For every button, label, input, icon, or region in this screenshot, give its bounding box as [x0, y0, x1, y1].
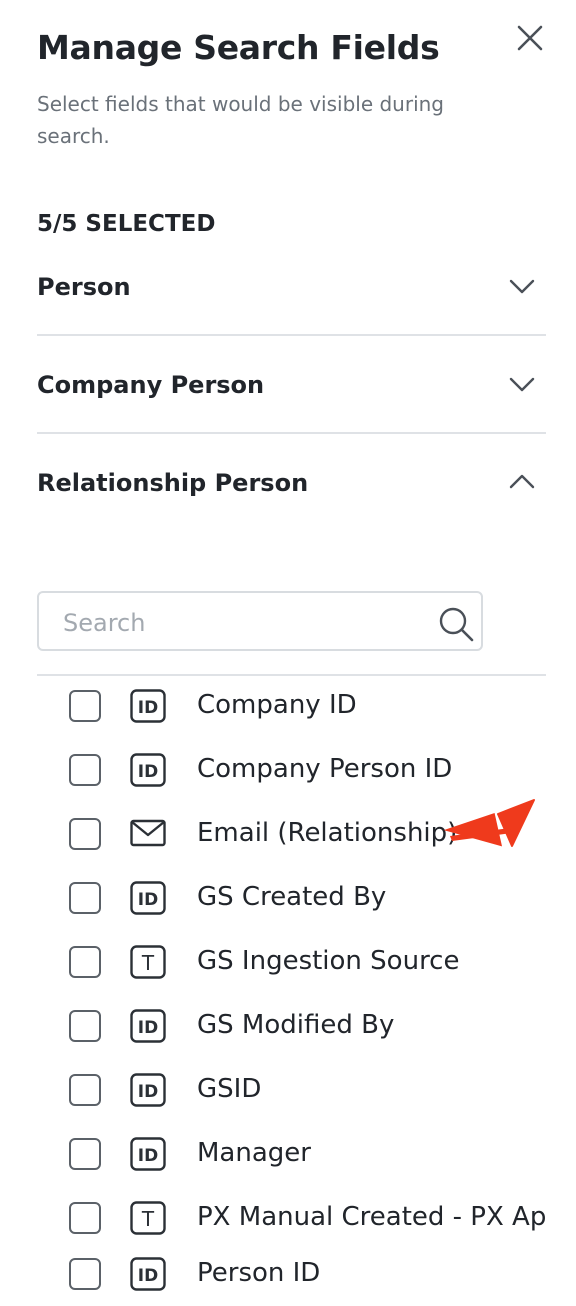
- search-input[interactable]: [63, 605, 443, 641]
- field-checkbox[interactable]: [69, 882, 101, 914]
- id-icon: ID: [130, 1257, 166, 1291]
- field-checkbox[interactable]: [69, 818, 101, 850]
- id-icon: ID: [130, 1009, 166, 1043]
- field-label: GSID: [197, 1074, 262, 1104]
- panel-title: Manage Search Fields: [37, 28, 440, 67]
- field-checkbox[interactable]: [69, 946, 101, 978]
- svg-text:T: T: [141, 951, 155, 975]
- svg-text:ID: ID: [138, 698, 158, 718]
- field-search-box: [37, 591, 483, 651]
- text-type-icon: T: [130, 945, 166, 979]
- field-row-person-id: ID Person ID: [0, 1241, 576, 1305]
- field-label: GS Created By: [197, 882, 387, 912]
- envelope-icon: [130, 819, 166, 847]
- field-row-px-manual-created: T PX Manual Created - PX Ap: [0, 1185, 576, 1249]
- field-checkbox[interactable]: [69, 1202, 101, 1234]
- svg-text:ID: ID: [138, 1018, 158, 1038]
- selected-count: 5/5 SELECTED: [37, 211, 216, 237]
- svg-text:ID: ID: [138, 1146, 158, 1166]
- panel-subtitle: Select fields that would be visible duri…: [37, 92, 445, 148]
- field-row-gs-ingestion-source: T GS Ingestion Source: [0, 929, 576, 993]
- section-divider: [37, 334, 546, 336]
- field-label: Email (Relationship): [197, 818, 458, 848]
- svg-text:ID: ID: [138, 1082, 158, 1102]
- section-label: Company Person: [37, 371, 265, 399]
- section-person[interactable]: Person: [37, 240, 546, 336]
- id-icon: ID: [130, 689, 166, 723]
- id-icon: ID: [130, 881, 166, 915]
- section-label: Person: [37, 273, 131, 301]
- annotation-arrow-icon: [443, 799, 535, 847]
- field-checkbox[interactable]: [69, 1138, 101, 1170]
- section-label: Relationship Person: [37, 469, 309, 497]
- svg-text:T: T: [141, 1207, 155, 1231]
- chevron-down-icon: [509, 279, 535, 294]
- field-label: Company Person ID: [197, 754, 453, 784]
- search-icon[interactable]: [437, 605, 475, 643]
- svg-text:ID: ID: [138, 762, 158, 782]
- close-icon[interactable]: [512, 20, 548, 56]
- field-label: Person ID: [197, 1258, 321, 1288]
- id-icon: ID: [130, 1073, 166, 1107]
- field-label: GS Modified By: [197, 1010, 395, 1040]
- field-label: GS Ingestion Source: [197, 946, 460, 976]
- id-icon: ID: [130, 1137, 166, 1171]
- field-row-company-id: ID Company ID: [0, 673, 576, 737]
- field-row-gs-created-by: ID GS Created By: [0, 865, 576, 929]
- field-label: PX Manual Created - PX Ap: [197, 1202, 546, 1232]
- field-checkbox[interactable]: [69, 754, 101, 786]
- section-company-person[interactable]: Company Person: [37, 338, 546, 434]
- field-checkbox[interactable]: [69, 1074, 101, 1106]
- field-label: Company ID: [197, 690, 357, 720]
- chevron-down-icon: [509, 377, 535, 392]
- section-divider: [37, 432, 546, 434]
- text-type-icon: T: [130, 1201, 166, 1235]
- field-label: Manager: [197, 1138, 311, 1168]
- field-checkbox[interactable]: [69, 690, 101, 722]
- svg-text:ID: ID: [138, 890, 158, 910]
- chevron-up-icon: [509, 474, 535, 489]
- field-checkbox[interactable]: [69, 1010, 101, 1042]
- id-icon: ID: [130, 753, 166, 787]
- field-row-gsid: ID GSID: [0, 1057, 576, 1121]
- field-row-manager: ID Manager: [0, 1121, 576, 1185]
- svg-text:ID: ID: [138, 1266, 158, 1286]
- section-relationship-person[interactable]: Relationship Person: [37, 436, 546, 532]
- field-checkbox[interactable]: [69, 1258, 101, 1290]
- field-row-gs-modified-by: ID GS Modified By: [0, 993, 576, 1057]
